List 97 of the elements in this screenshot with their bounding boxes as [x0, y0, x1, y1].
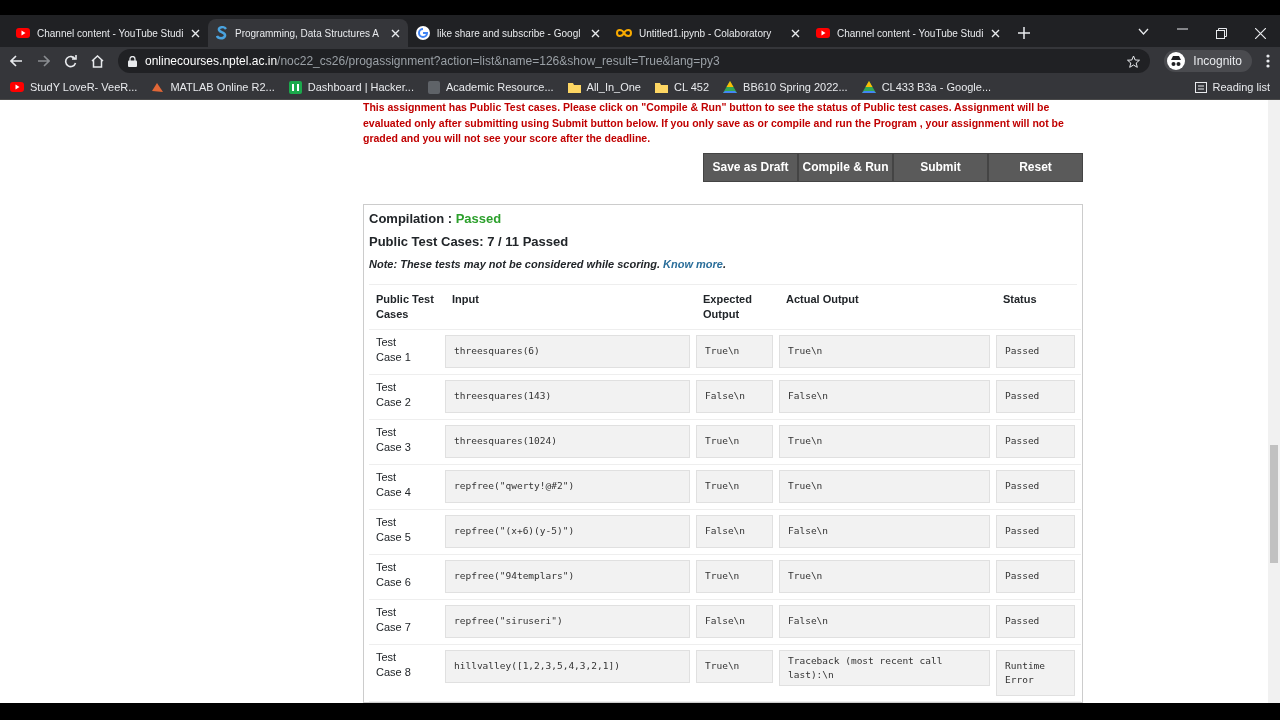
column-header: Input: [445, 285, 696, 330]
output-cell: True\n: [779, 470, 990, 503]
g-logo-icon: [416, 26, 430, 40]
output-cell: repfree("94templars"): [445, 560, 690, 593]
output-cell: Passed: [996, 335, 1075, 368]
triangle-icon: [861, 81, 876, 93]
output-cell: False\n: [779, 605, 990, 638]
bookmark[interactable]: CL 452: [655, 78, 710, 96]
close-icon: [991, 28, 1000, 38]
close-icon: [191, 28, 200, 38]
summary-text: Public Test Cases: 7 / 11 Passed: [369, 233, 570, 251]
browser-tab[interactable]: Channel content - YouTube Studi: [808, 19, 1008, 47]
folder-icon: [655, 81, 668, 93]
bookmark[interactable]: StudY LoveR- VeeR...: [10, 78, 138, 96]
close-icon: [1255, 28, 1266, 39]
output-cell: Traceback (most recent call last):\n: [779, 650, 990, 686]
output-cell: Passed: [996, 515, 1075, 548]
play-icon: [10, 82, 24, 92]
lock-icon: [128, 55, 137, 67]
output-cell: threesquares(1024): [445, 425, 690, 458]
output-cell: True\n: [696, 425, 773, 458]
reload-icon: [64, 54, 77, 68]
browser-tab[interactable]: Untitled1.ipynb - Colaboratory: [608, 19, 808, 47]
restore-icon: [1216, 28, 1227, 39]
output-cell: repfree("(x+6)(y-5)"): [445, 515, 690, 548]
compilation-label: Compilation :: [369, 210, 454, 226]
output-cell: Passed: [996, 380, 1075, 413]
output-cell: repfree("siruseri"): [445, 605, 690, 638]
output-cell: True\n: [696, 560, 773, 593]
output-cell: Passed: [996, 425, 1075, 458]
list-icon: [1194, 81, 1207, 93]
bookmark[interactable]: Dashboard | Hacker...: [288, 78, 414, 96]
close-icon: [391, 28, 400, 38]
column-header: Actual Output: [779, 285, 996, 330]
output-cell: Passed: [996, 470, 1075, 503]
forward-icon: [37, 55, 50, 67]
output-cell: threesquares(6): [445, 335, 690, 368]
output-cell: Passed: [996, 605, 1075, 638]
scrollbar-thumb[interactable]: [1270, 445, 1278, 563]
output-cell: repfree("qwerty!@#2"): [445, 470, 690, 503]
play-icon: [16, 28, 30, 38]
bookmark[interactable]: All_In_One: [567, 78, 641, 96]
action-button[interactable]: Submit: [893, 152, 988, 182]
folder-icon: [567, 81, 581, 93]
column-header: Status: [996, 285, 1081, 330]
home-icon: [91, 54, 104, 68]
output-cell: False\n: [696, 515, 773, 548]
triangle-icon: [723, 81, 738, 93]
profile-button[interactable]: Incognito: [1164, 50, 1252, 72]
star-icon: [1127, 54, 1141, 68]
incognito-icon: [1167, 52, 1186, 70]
output-cell: False\n: [696, 380, 773, 413]
s-logo-icon: [216, 26, 228, 40]
reading-list-button[interactable]: Reading list: [1194, 78, 1270, 96]
notice-text: This assignment has Public Test cases. Please click on "Compile & Run" button to see the status of Public test cases. Assignment will be evaluated only after submitting using Submit button below. If you only save as or compile and run the Program , your assignment will not be graded and you will not see your score after the deadline.: [363, 100, 1065, 146]
page-icon: [427, 80, 440, 94]
bookmark[interactable]: BB610 Spring 2022...: [723, 78, 848, 96]
hr-logo-icon: [288, 80, 302, 94]
compilation-status: Passed: [455, 210, 502, 226]
action-button[interactable]: Save as Draft: [703, 152, 798, 182]
play-icon: [816, 28, 830, 38]
back-icon: [10, 55, 23, 67]
output-cell: True\n: [696, 470, 773, 503]
column-header: Public Test Cases: [369, 285, 445, 330]
browser-tab[interactable]: Channel content - YouTube Studi: [8, 19, 208, 47]
browser-tab[interactable]: like share and subscribe - Googl: [408, 19, 608, 47]
infinity-icon: [616, 28, 632, 38]
url-text[interactable]: onlinecourses.nptel.ac.in/noc22_cs26/progassignment?action=list&name=126&show_result=True&lang=py3: [145, 52, 720, 70]
output-cell: True\n: [696, 650, 773, 683]
minimize-icon: [1177, 28, 1188, 30]
more-icon: [1266, 54, 1270, 68]
plus-icon: [1018, 27, 1030, 39]
bookmark[interactable]: MATLAB Online R2...: [151, 78, 275, 96]
column-header: Expected Output: [696, 285, 779, 330]
close-icon: [791, 28, 800, 38]
action-button[interactable]: Compile & Run: [798, 152, 893, 182]
output-cell: False\n: [696, 605, 773, 638]
know-more-link[interactable]: Know more: [663, 257, 723, 270]
output-cell: False\n: [779, 515, 990, 548]
close-icon: [591, 28, 600, 38]
output-cell: True\n: [779, 425, 990, 458]
output-cell: hillvalley([1,2,3,5,4,3,2,1]): [445, 650, 690, 683]
output-cell: Runtime Error: [996, 650, 1075, 696]
scrollbar[interactable]: [1268, 100, 1280, 703]
bookmark[interactable]: CL433 B3a - Google...: [861, 78, 992, 96]
action-button[interactable]: Reset: [988, 152, 1083, 182]
output-cell: Passed: [996, 560, 1075, 593]
address-bar[interactable]: onlinecourses.nptel.ac.in/noc22_cs26/progassignment?action=list&name=126&show_result=True&lang=py3: [118, 49, 1151, 73]
browser-tab[interactable]: Programming, Data Structures A: [208, 19, 408, 47]
output-cell: False\n: [779, 380, 990, 413]
output-cell: True\n: [779, 335, 990, 368]
output-cell: True\n: [696, 335, 773, 368]
output-cell: True\n: [779, 560, 990, 593]
bookmark[interactable]: Academic Resource...: [427, 78, 554, 96]
note-text: Note: These tests may not be considered while scoring. Know more.: [369, 256, 727, 272]
output-cell: threesquares(143): [445, 380, 690, 413]
chevron-down-icon: [1138, 28, 1149, 35]
